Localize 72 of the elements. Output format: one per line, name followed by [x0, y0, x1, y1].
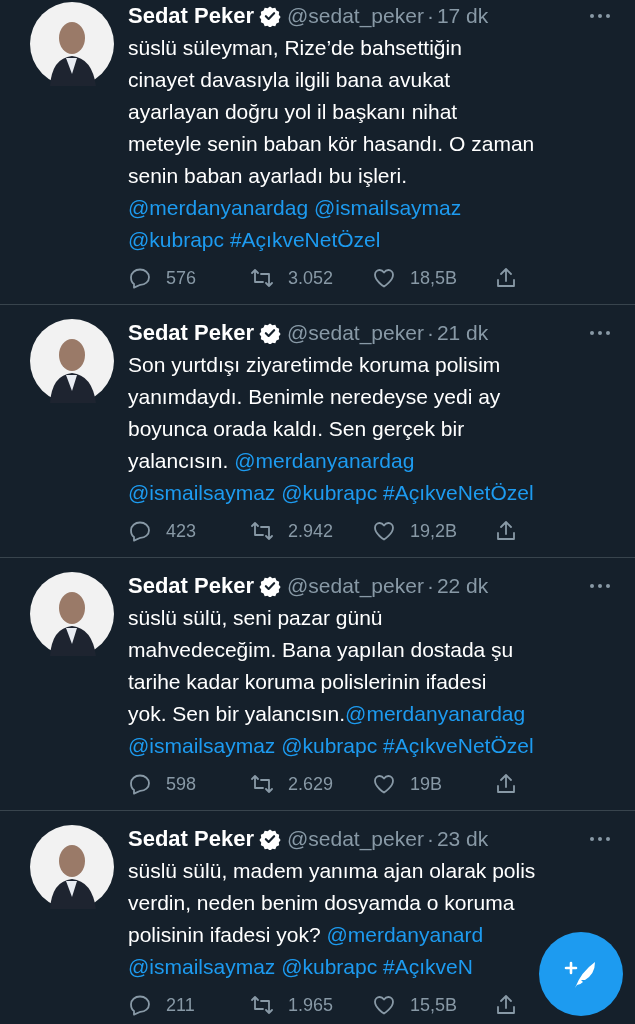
- reply-count: 598: [166, 773, 198, 795]
- mention-link[interactable]: @merdanyanardag: [128, 196, 309, 219]
- mention-link[interactable]: @kubrapc: [281, 734, 378, 757]
- tweet-time[interactable]: 22 dk: [436, 574, 489, 598]
- author-handle[interactable]: @sedat_peker: [286, 321, 424, 345]
- mention-link[interactable]: @ismailsaymaz: [313, 196, 462, 219]
- mention-link[interactable]: @kubrapc: [281, 955, 378, 978]
- retweet-icon[interactable]: [250, 519, 274, 543]
- heart-icon[interactable]: [372, 266, 396, 290]
- reply-icon[interactable]: [128, 266, 152, 290]
- avatar[interactable]: [30, 572, 114, 656]
- separator-dot: ·: [426, 827, 434, 851]
- avatar[interactable]: [30, 2, 114, 86]
- share-icon[interactable]: [494, 519, 518, 543]
- mention-link[interactable]: @ismailsaymaz: [128, 734, 276, 757]
- like-count: 19,2B: [410, 520, 459, 542]
- tweet-text: Son yurtdışı ziyaretimde koruma polisim yanımdaydı. Benimle neredeyse yedi ay boyunca orada kaldı. Sen gerçek bir yalancısın. @merdanyanardag @ismailsaymaz @kubrapc #AçıkveNetÖzel: [128, 352, 534, 506]
- mention-link[interactable]: @merdanyanardag: [234, 449, 415, 472]
- reply-count: 423: [166, 520, 198, 542]
- author-name[interactable]: Sedat Peker: [128, 573, 254, 599]
- tweet-time[interactable]: 21 dk: [436, 321, 489, 345]
- separator-dot: ·: [426, 321, 434, 345]
- share-icon[interactable]: [494, 993, 518, 1017]
- retweet-count: 2.942: [288, 520, 335, 542]
- more-icon[interactable]: [589, 583, 611, 589]
- author-name[interactable]: Sedat Peker: [128, 3, 254, 29]
- like-count: 19B: [410, 773, 444, 795]
- separator-dot: ·: [426, 4, 434, 28]
- tweet-text: süslü süleyman, Rize’de bahsettiğin cinayet davasıyla ilgili bana avukat ayarlayan doğru yol il başkanı nihat meteyle senin baban kör hasandı. O zaman senin baban ayarladı bu işleri. @merdanyanardag @ismailsaymaz @kubrapc #AçıkveNetÖzel: [128, 35, 535, 253]
- mention-link[interactable]: @kubrapc: [128, 228, 225, 251]
- retweet-count: 1.965: [288, 994, 335, 1016]
- mention-link[interactable]: @kubrapc: [281, 481, 378, 504]
- retweet-count: 3.052: [288, 267, 335, 289]
- author-handle[interactable]: @sedat_peker: [286, 827, 424, 851]
- mention-link[interactable]: @merdanyanard: [326, 923, 484, 946]
- retweet-icon[interactable]: [250, 993, 274, 1017]
- reply-icon[interactable]: [128, 772, 152, 796]
- author-handle[interactable]: @sedat_peker: [286, 574, 424, 598]
- avatar[interactable]: [30, 319, 114, 403]
- share-icon[interactable]: [494, 266, 518, 290]
- heart-icon[interactable]: [372, 993, 396, 1017]
- tweet-time[interactable]: 23 dk: [436, 827, 489, 851]
- hashtag-link[interactable]: #AçıkveNetÖzel: [229, 228, 381, 251]
- tweet-text: süslü sülü, madem yanıma ajan olarak polis verdin, neden benim dosyamda o koruma polisinin ifadesi yok? @merdanyanard @ismailsaymaz @kubrapc #AçıkveN: [128, 858, 536, 980]
- reply-count: 211: [166, 994, 196, 1016]
- hashtag-link[interactable]: #AçıkveNetÖzel: [383, 734, 534, 757]
- more-icon[interactable]: [589, 836, 611, 842]
- reply-icon[interactable]: [128, 993, 152, 1017]
- tweet-text: süslü sülü, seni pazar günü mahvedeceğim. Bana yapılan dostada şu tarihe kadar koruma polislerinin ifadesi yok. Sen bir yalancısın.@merdanyanardag @ismailsaymaz @kubrapc #AçıkveNetÖzel: [128, 605, 534, 759]
- hashtag-link[interactable]: #AçıkveNetÖzel: [383, 481, 534, 504]
- retweet-icon[interactable]: [250, 772, 274, 796]
- reply-icon[interactable]: [128, 519, 152, 543]
- more-icon[interactable]: [589, 330, 611, 336]
- hashtag-link[interactable]: #AçıkveN: [383, 955, 473, 978]
- more-icon[interactable]: [589, 13, 611, 19]
- reply-count: 576: [166, 267, 198, 289]
- separator-dot: ·: [426, 574, 434, 598]
- heart-icon[interactable]: [372, 519, 396, 543]
- author-name[interactable]: Sedat Peker: [128, 320, 254, 346]
- author-handle[interactable]: @sedat_peker: [286, 4, 424, 28]
- avatar[interactable]: [30, 825, 114, 909]
- heart-icon[interactable]: [372, 772, 396, 796]
- like-count: 18,5B: [410, 267, 459, 289]
- share-icon[interactable]: [494, 772, 518, 796]
- mention-link[interactable]: @ismailsaymaz: [128, 955, 276, 978]
- retweet-icon[interactable]: [250, 266, 274, 290]
- tweet-time[interactable]: 17 dk: [436, 4, 489, 28]
- retweet-count: 2.629: [288, 773, 335, 795]
- like-count: 15,5B: [410, 994, 459, 1016]
- mention-link[interactable]: @ismailsaymaz: [128, 481, 276, 504]
- mention-link[interactable]: @merdanyanardag: [345, 702, 526, 725]
- author-name[interactable]: Sedat Peker: [128, 826, 254, 852]
